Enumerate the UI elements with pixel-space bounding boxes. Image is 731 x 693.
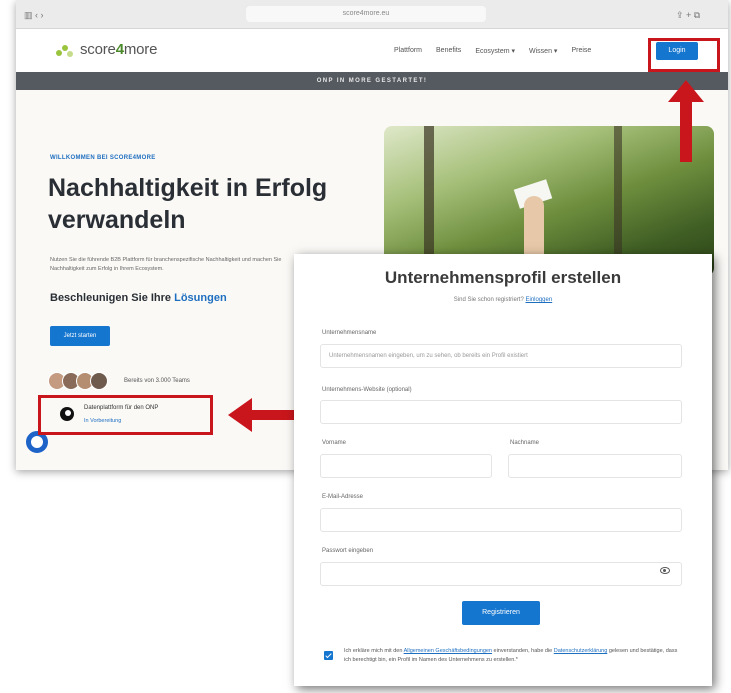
nav-link-wissen[interactable]: Wissen ▾	[529, 47, 557, 55]
company-profile-form: Unternehmensprofil erstellen Sind Sie sc…	[294, 254, 712, 686]
firstname-label: Vorname	[322, 440, 347, 446]
lastname-label: Nachname	[510, 440, 540, 446]
nav-link-benefits[interactable]: Benefits	[436, 47, 461, 55]
logo[interactable]: score4more	[56, 41, 157, 58]
password-input[interactable]	[320, 562, 682, 586]
company-label: Unternehmensname	[322, 330, 377, 336]
terms-link[interactable]: Allgemeinen Geschäftsbedingungen	[404, 648, 492, 654]
avatar	[90, 372, 108, 390]
already-registered: Sind Sie schon registriert? Einloggen	[453, 297, 553, 303]
announcement-banner: ONP IN MORE GESTARTET!	[16, 72, 728, 90]
form-title: Unternehmensprofil erstellen	[384, 268, 622, 287]
site-header: score4more Plattform Benefits Ecosystem …	[16, 29, 728, 72]
accelerate-highlight: Lösungen	[174, 292, 227, 304]
login-highlight-box	[648, 38, 720, 72]
password-label: Passwort eingeben	[322, 548, 374, 554]
nav-link-preise[interactable]: Preise	[571, 47, 591, 55]
welcome-eyebrow: WILLKOMMEN BEI SCORE4MORE	[50, 155, 156, 161]
social-proof-text: Bereits von 3.000 Teams	[124, 378, 190, 384]
logo-dots-icon	[56, 42, 74, 58]
accelerate-heading: Beschleunigen Sie Ihre Lösungen	[50, 292, 227, 304]
hero-description: Nutzen Sie die führende B2B Plattform fü…	[50, 257, 282, 272]
avatar-group	[48, 372, 108, 390]
nav-link-plattform[interactable]: Plattform	[394, 47, 422, 55]
up-arrow-icon	[668, 80, 704, 162]
address-bar[interactable]: score4more.eu	[246, 6, 486, 22]
share-icon[interactable]: ⇪ + ⧉	[676, 10, 700, 21]
email-input[interactable]	[320, 508, 682, 532]
terms-checkbox[interactable]	[324, 651, 333, 660]
get-started-button[interactable]: Jetzt starten	[50, 326, 110, 346]
hero-title: Nachhaltigkeit in Erfolg verwandeln	[48, 174, 328, 234]
company-name-input[interactable]: Unternehmensnamen eingeben, um zu sehen,…	[320, 344, 682, 368]
privacy-link[interactable]: Datenschutzerklärung	[554, 648, 608, 654]
left-arrow-icon	[228, 398, 294, 432]
register-button[interactable]: Registrieren	[462, 601, 540, 625]
nav-link-ecosystem[interactable]: Ecosystem ▾	[475, 47, 515, 55]
show-password-icon[interactable]	[660, 567, 670, 574]
main-nav: Plattform Benefits Ecosystem ▾ Wissen ▾ …	[394, 47, 591, 55]
logo-text: score4more	[80, 41, 158, 58]
website-input[interactable]	[320, 400, 682, 424]
firstname-input[interactable]	[320, 454, 492, 478]
lastname-input[interactable]	[508, 454, 682, 478]
sidebar-icon[interactable]: ▥ ‹ ›	[24, 10, 44, 21]
website-label: Unternehmens-Website (optional)	[322, 387, 412, 393]
login-link[interactable]: Einloggen	[526, 297, 553, 303]
sdg-highlight-box	[38, 395, 213, 435]
accelerate-prefix: Beschleunigen Sie Ihre	[50, 292, 172, 304]
email-label: E-Mail-Adresse	[322, 494, 364, 500]
browser-toolbar: ▥ ‹ › score4more.eu ⇪ + ⧉	[16, 0, 728, 29]
terms-text: Ich erkläre mich mit den Allgemeinen Ges…	[344, 648, 678, 663]
